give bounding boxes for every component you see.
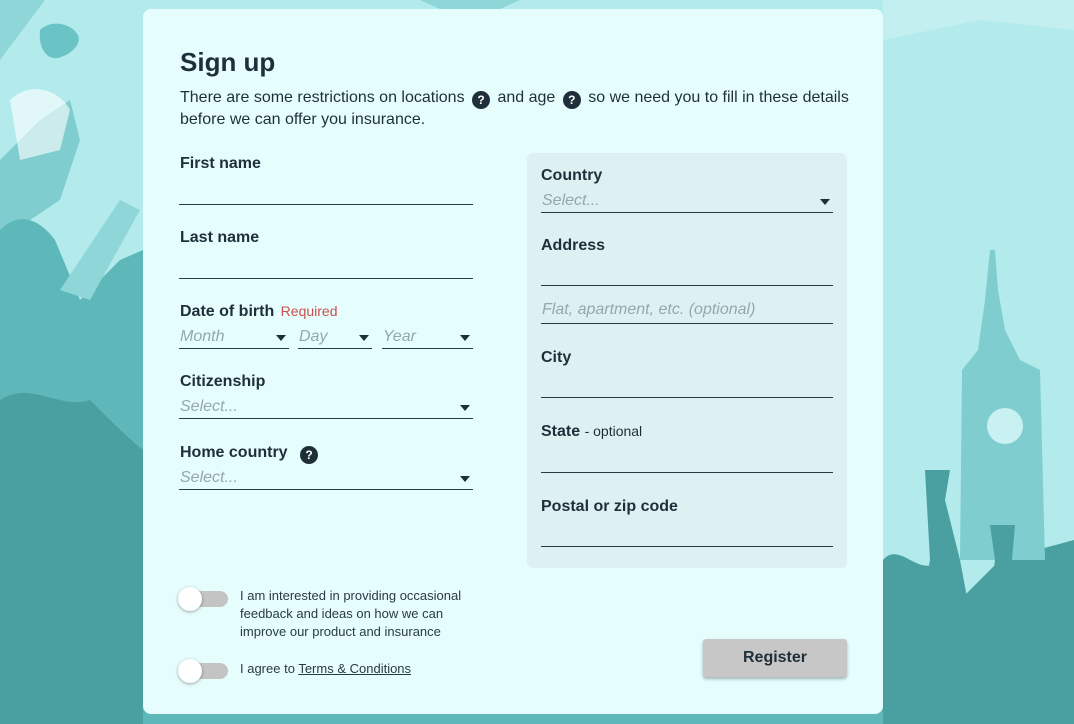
terms-consent-row: I agree to Terms & Conditions — [178, 659, 520, 683]
address2-field — [541, 296, 833, 324]
feedback-consent-row: I am interested in providing occasional … — [178, 587, 520, 647]
chevron-down-icon — [359, 335, 369, 341]
address2-input[interactable] — [541, 296, 833, 323]
locations-help-icon[interactable]: ? — [472, 91, 491, 109]
chevron-down-icon — [460, 405, 470, 411]
state-field — [541, 445, 833, 473]
first-name-input[interactable] — [179, 177, 473, 204]
last-name-label: Last name — [180, 229, 260, 246]
terms-prefix: I agree to — [240, 661, 295, 676]
citizenship-value: Select... — [180, 398, 238, 415]
terms-toggle[interactable] — [178, 659, 228, 683]
citizenship-select[interactable]: Select... — [179, 397, 473, 419]
postal-field — [541, 519, 833, 547]
city-field — [541, 370, 833, 398]
home-country-label: Home country ? — [180, 444, 321, 464]
chevron-down-icon — [276, 335, 286, 341]
city-input[interactable] — [541, 370, 833, 397]
feedback-toggle[interactable] — [178, 587, 228, 611]
toggle-knob — [178, 659, 202, 683]
home-country-select[interactable]: Select... — [179, 468, 473, 490]
intro-text-part2: and age — [497, 89, 556, 106]
address-panel: Country Select... Address City State - o… — [527, 153, 847, 568]
dob-label-text: Date of birth — [180, 303, 275, 320]
page-title: Sign up — [180, 47, 276, 77]
country-value: Select... — [542, 192, 600, 209]
first-name-field — [179, 177, 473, 205]
country-select[interactable]: Select... — [541, 191, 833, 213]
dob-required-badge: Required — [280, 303, 338, 319]
home-country-value: Select... — [180, 469, 238, 486]
chevron-down-icon — [460, 476, 470, 482]
state-label: State - optional — [541, 423, 642, 441]
postal-input[interactable] — [541, 519, 833, 546]
terms-consent-text: I agree to Terms & Conditions — [240, 660, 411, 678]
home-country-help-icon[interactable]: ? — [300, 446, 319, 464]
dob-label: Date of birth Required — [180, 303, 338, 321]
intro-text: There are some restrictions on locations… — [180, 87, 860, 130]
address-field — [541, 258, 833, 286]
citizenship-label: Citizenship — [180, 373, 266, 390]
state-label-text: State — [541, 423, 581, 440]
last-name-field — [179, 251, 473, 279]
dob-month-value: Month — [180, 328, 225, 345]
address-label: Address — [541, 237, 606, 254]
age-help-icon[interactable]: ? — [562, 91, 581, 109]
country-label: Country — [541, 167, 603, 184]
postal-label: Postal or zip code — [541, 498, 678, 515]
toggle-knob — [178, 587, 202, 611]
chevron-down-icon — [820, 199, 830, 205]
dob-year-select[interactable]: Year — [382, 327, 473, 349]
city-label: City — [541, 349, 572, 366]
terms-link[interactable]: Terms & Conditions — [298, 661, 411, 676]
dob-day-value: Day — [299, 328, 328, 345]
dob-day-select[interactable]: Day — [298, 327, 372, 349]
state-input[interactable] — [541, 445, 833, 472]
chevron-down-icon — [460, 335, 470, 341]
state-optional-note: - optional — [584, 423, 643, 439]
first-name-label: First name — [180, 155, 261, 172]
feedback-consent-text: I am interested in providing occasional … — [240, 588, 462, 639]
signup-card: Sign up There are some restrictions on l… — [143, 9, 883, 714]
dob-month-select[interactable]: Month — [179, 327, 289, 349]
home-country-label-text: Home country — [180, 444, 288, 461]
dob-year-value: Year — [383, 328, 416, 345]
register-button[interactable]: Register — [703, 639, 847, 677]
intro-text-part1: There are some restrictions on locations — [180, 89, 465, 106]
address-input[interactable] — [541, 258, 833, 285]
last-name-input[interactable] — [179, 251, 473, 278]
